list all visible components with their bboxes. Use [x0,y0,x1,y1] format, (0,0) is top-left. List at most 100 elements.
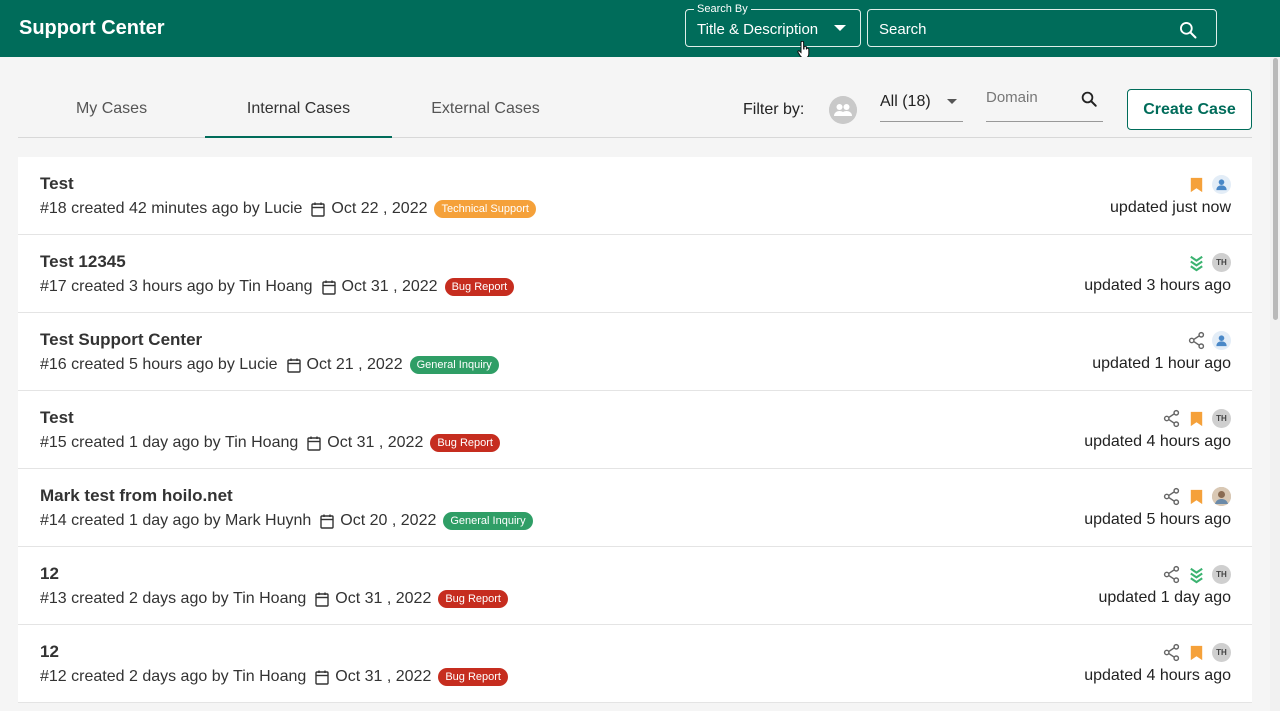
search-by-value: Title & Description [697,21,819,38]
case-actions: TH [1162,564,1231,584]
share-icon[interactable] [1162,565,1181,584]
case-meta: #15 created 1 day ago by Tin Hoang Oct 31… [40,434,500,452]
user-avatar-th[interactable]: TH [1212,252,1231,272]
case-author: Tin Hoang [225,434,299,451]
case-date: Oct 21 , 2022 [306,356,403,373]
search-placeholder: Search [879,21,927,38]
tab-internal-cases[interactable]: Internal Cases [205,80,392,138]
case-title[interactable]: Test Support Center [40,330,202,350]
calendar-icon [315,670,329,685]
search-by-select[interactable]: Search By Title & Description [685,3,861,47]
priority-low-icon[interactable] [1187,565,1206,584]
case-title[interactable]: 12 [40,642,59,662]
calendar-icon [321,280,336,295]
assignee-filter-select[interactable]: All (18) [880,90,963,122]
case-actions [1162,486,1231,506]
domain-filter-input[interactable]: Domain [986,86,1103,122]
case-author: Tin Hoang [233,590,307,607]
case-actions: TH [1162,642,1231,662]
case-date: Oct 31 , 2022 [335,590,432,607]
case-author: Tin Hoang [239,278,313,295]
bookmark-icon[interactable] [1187,409,1206,428]
chevron-down-icon [947,99,957,104]
case-actions [1187,330,1231,350]
case-tag-badge: Bug Report [438,590,508,608]
case-date: Oct 20 , 2022 [340,512,437,529]
case-title[interactable]: Mark test from hoilo.net [40,486,233,506]
bookmark-icon[interactable] [1187,487,1206,506]
case-date: Oct 31 , 2022 [327,434,424,451]
case-author: Lucie [264,200,303,217]
case-title[interactable]: Test [40,408,74,428]
case-row[interactable]: Mark test from hoilo.net #14 created 1 da… [18,469,1252,547]
case-tag-badge: General Inquiry [443,512,533,530]
case-title[interactable]: Test 12345 [40,252,126,272]
case-row[interactable]: 12 #12 created 2 days ago by Tin Hoang Oct… [18,625,1252,703]
search-input[interactable]: Search [867,9,1217,47]
case-row[interactable]: Test Support Center #16 created 5 hours a… [18,313,1252,391]
search-icon[interactable] [1080,90,1098,108]
case-id: #15 [40,434,67,451]
case-title[interactable]: Test [40,174,74,194]
tab-external-cases[interactable]: External Cases [392,80,579,138]
case-actions [1187,174,1231,194]
user-avatar-th[interactable]: TH [1212,408,1231,428]
case-tag-badge: Bug Report [430,434,500,452]
case-tag-badge: Bug Report [444,278,515,296]
calendar-icon [307,436,321,451]
case-meta: #12 created 2 days ago by Tin Hoang Oct 3… [40,668,508,686]
share-icon[interactable] [1162,409,1181,428]
case-updated: updated 4 hours ago [1084,667,1231,684]
case-id: #18 [40,200,67,217]
search-icon[interactable] [1178,20,1198,40]
priority-low-icon[interactable] [1187,253,1206,272]
case-id: #12 [40,668,67,685]
app-title: Support Center [19,17,165,39]
tab-my-cases[interactable]: My Cases [18,80,205,138]
case-tag-badge: General Inquiry [409,356,499,374]
share-icon[interactable] [1187,331,1206,350]
bookmark-icon[interactable] [1187,643,1206,662]
create-case-button[interactable]: Create Case [1127,89,1252,130]
assignee-filter-value: All (18) [880,93,931,110]
user-avatar-photo[interactable] [1212,486,1231,506]
case-tag-badge: Technical Support [434,200,536,218]
case-updated: updated 5 hours ago [1084,511,1231,528]
case-author: Mark Huynh [225,512,312,529]
calendar-icon [311,202,326,217]
search-by-label: Search By [694,3,751,15]
scrollbar-thumb[interactable] [1273,58,1278,320]
calendar-icon [315,592,329,607]
case-date: Oct 31 , 2022 [341,278,438,295]
chevron-down-icon [834,25,846,31]
case-created: created 42 minutes ago by [71,200,260,217]
case-row[interactable]: 12 #13 created 2 days ago by Tin Hoang Oct… [18,547,1252,625]
case-row[interactable]: Test #15 created 1 day ago by Tin Hoang Oc… [18,391,1252,469]
group-avatar-icon[interactable] [829,96,857,124]
case-id: #16 [40,356,67,373]
calendar-icon [320,514,334,529]
share-icon[interactable] [1162,643,1181,662]
user-avatar-th[interactable]: TH [1212,564,1231,584]
case-row[interactable]: Test 12345 #17 created 3 hours ago by Tin… [18,235,1252,313]
case-meta: #18 created 42 minutes ago by Lucie Oct 2… [40,200,536,218]
user-avatar-icon[interactable] [1212,174,1231,194]
calendar-icon [286,358,301,373]
case-meta: #17 created 3 hours ago by Tin Hoang Oct … [40,278,515,296]
case-date: Oct 31 , 2022 [335,668,432,685]
case-title[interactable]: 12 [40,564,59,584]
case-author: Lucie [239,356,278,373]
case-meta: #16 created 5 hours ago by Lucie Oct 21 ,… [40,356,499,374]
bookmark-icon[interactable] [1187,175,1206,194]
case-actions: TH [1162,408,1231,428]
case-row[interactable]: Test #18 created 42 minutes ago by Lucie O… [18,157,1252,235]
case-date: Oct 22 , 2022 [331,200,428,217]
share-icon[interactable] [1162,487,1181,506]
case-actions: TH [1187,252,1231,272]
case-id: #14 [40,512,67,529]
case-updated: updated 4 hours ago [1084,433,1231,450]
case-id: #13 [40,590,67,607]
user-avatar-icon[interactable] [1212,330,1231,350]
case-updated: updated just now [1110,199,1231,216]
user-avatar-th[interactable]: TH [1212,642,1231,662]
